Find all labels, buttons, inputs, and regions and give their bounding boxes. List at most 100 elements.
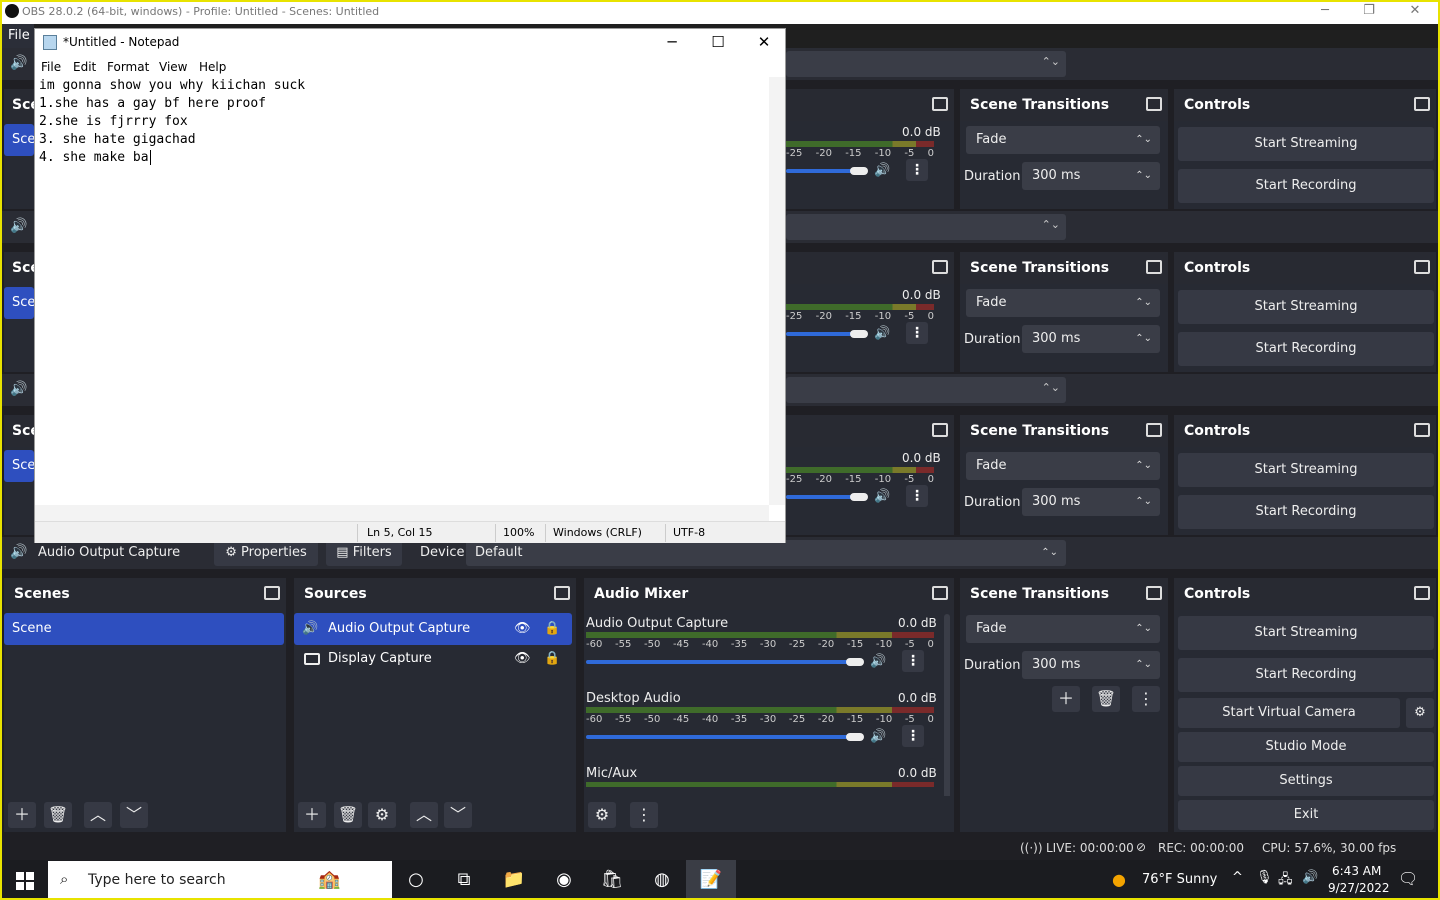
mute-speaker-icon[interactable]: 🔊 — [874, 163, 890, 178]
mute-speaker-icon[interactable]: 🔊 — [874, 326, 890, 341]
kebab-menu-icon[interactable]: ⋮ — [906, 159, 928, 181]
scene-item[interactable]: Sce — [4, 450, 35, 482]
task-view-icon[interactable]: ⧉ — [452, 868, 476, 892]
chrome-icon[interactable]: ◉ — [552, 868, 576, 892]
chevron-up-icon[interactable]: ︿ — [84, 802, 112, 828]
start-recording-button[interactable]: Start Recording — [1178, 332, 1434, 366]
duration-spinbox[interactable]: 300 ms ⌃⌄ — [1022, 162, 1160, 190]
lock-icon[interactable]: 🔒 — [544, 613, 560, 645]
start-streaming-button[interactable]: Start Streaming — [1178, 127, 1434, 161]
popout-icon[interactable] — [932, 97, 948, 111]
clock-time[interactable]: 6:43 AM — [1332, 864, 1381, 878]
network-icon[interactable]: 🖧 — [1278, 870, 1293, 892]
start-recording-button[interactable]: Start Recording — [1178, 658, 1434, 692]
volume-slider-handle[interactable] — [850, 493, 868, 501]
transition-select[interactable]: Fade ⌃⌄ — [966, 126, 1160, 154]
chevron-down-icon[interactable]: ﹀ — [444, 802, 472, 828]
popout-icon[interactable] — [1414, 586, 1430, 600]
trash-icon[interactable]: 🗑 — [1092, 686, 1120, 712]
popout-icon[interactable] — [264, 586, 280, 600]
volume-slider[interactable] — [586, 735, 862, 739]
chevron-up-icon[interactable]: ︿ — [410, 802, 438, 828]
start-streaming-button[interactable]: Start Streaming — [1178, 290, 1434, 324]
windows-start-icon[interactable] — [16, 872, 34, 890]
maximize-button[interactable]: ❐ — [1346, 0, 1392, 24]
popout-icon[interactable] — [1414, 423, 1430, 437]
file-explorer-icon[interactable]: 📁 — [502, 868, 526, 892]
vertical-scrollbar[interactable] — [769, 77, 785, 505]
popout-icon[interactable] — [1146, 423, 1162, 437]
notepad-minimize-button[interactable]: ─ — [649, 29, 695, 57]
popout-icon[interactable] — [1146, 97, 1162, 111]
microsoft-store-icon[interactable]: 🛍 — [600, 868, 624, 892]
trash-icon[interactable]: 🗑 — [44, 802, 72, 828]
popout-icon[interactable] — [1146, 260, 1162, 274]
duration-spinbox[interactable]: 300 ms ⌃⌄ — [1022, 488, 1160, 516]
transition-select[interactable]: Fade ⌃⌄ — [966, 615, 1160, 643]
trash-icon[interactable]: 🗑 — [334, 802, 362, 828]
obs-taskbar-icon[interactable]: ◍ — [650, 868, 674, 892]
studio-mode-button[interactable]: Studio Mode — [1178, 732, 1434, 762]
weather-text[interactable]: 76°F Sunny — [1142, 872, 1217, 887]
popout-icon[interactable] — [932, 260, 948, 274]
settings-button[interactable]: Settings — [1178, 766, 1434, 796]
minimize-button[interactable]: ─ — [1302, 0, 1348, 24]
source-item-audio-output[interactable]: 🔊 Audio Output Capture 👁 🔒 — [294, 613, 572, 645]
notepad-menu-edit[interactable]: Edit — [73, 60, 96, 74]
volume-slider-handle[interactable] — [846, 733, 864, 741]
device-select[interactable]: ⌃⌄ — [786, 214, 1066, 240]
volume-slider-handle[interactable] — [850, 330, 868, 338]
exit-button[interactable]: Exit — [1178, 800, 1434, 830]
add-icon[interactable]: ＋ — [298, 802, 326, 828]
volume-slider[interactable] — [586, 660, 862, 664]
scene-item[interactable]: Scene — [4, 613, 284, 645]
kebab-menu-icon[interactable]: ⋮ — [902, 650, 924, 672]
kebab-menu-icon[interactable]: ⋮ — [902, 725, 924, 747]
eye-icon[interactable]: 👁 — [514, 644, 531, 674]
lock-icon[interactable]: 🔒 — [544, 644, 560, 674]
horizontal-scrollbar[interactable] — [35, 505, 769, 521]
source-item-display-capture[interactable]: Display Capture 👁 🔒 — [294, 644, 572, 674]
popout-icon[interactable] — [932, 586, 948, 600]
filters-button[interactable]: ▤ Filters — [326, 540, 402, 566]
volume-slider-handle[interactable] — [846, 658, 864, 666]
popout-icon[interactable] — [554, 586, 570, 600]
device-select[interactable]: ⌃⌄ — [786, 51, 1066, 77]
notepad-maximize-button[interactable]: ☐ — [695, 29, 741, 57]
mute-speaker-icon[interactable]: 🔊 — [874, 489, 890, 504]
taskbar-search-box[interactable]: ⌕ Type here to search 🏫 — [48, 861, 392, 899]
notepad-close-button[interactable]: ✕ — [741, 29, 787, 57]
advanced-audio-gears-icon[interactable]: ⚙ — [588, 802, 616, 828]
notepad-menu-help[interactable]: Help — [199, 60, 226, 74]
microphone-icon[interactable]: 🎙 — [1256, 870, 1273, 885]
notepad-text-area[interactable]: im gonna show you why kiichan suck 1.she… — [37, 77, 769, 505]
start-streaming-button[interactable]: Start Streaming — [1178, 453, 1434, 487]
popout-icon[interactable] — [932, 423, 948, 437]
popout-icon[interactable] — [1414, 97, 1430, 111]
cortana-icon[interactable]: ○ — [404, 868, 428, 892]
start-recording-button[interactable]: Start Recording — [1178, 495, 1434, 529]
duration-spinbox[interactable]: 300 ms ⌃⌄ — [1022, 651, 1160, 679]
scene-item[interactable]: Sce — [4, 287, 35, 319]
kebab-menu-icon[interactable]: ⋮ — [630, 802, 658, 828]
start-recording-button[interactable]: Start Recording — [1178, 169, 1434, 203]
kebab-menu-icon[interactable]: ⋮ — [906, 322, 928, 344]
start-virtual-camera-button[interactable]: Start Virtual Camera — [1178, 698, 1400, 728]
volume-slider-handle[interactable] — [850, 167, 868, 175]
duration-spinbox[interactable]: 300 ms ⌃⌄ — [1022, 325, 1160, 353]
mute-speaker-icon[interactable]: 🔊 — [870, 654, 886, 669]
eye-icon[interactable]: 👁 — [514, 613, 531, 645]
scene-item[interactable]: Sce — [4, 124, 35, 156]
gear-icon[interactable]: ⚙ — [368, 802, 396, 828]
notifications-icon[interactable]: 🗨 — [1398, 869, 1418, 888]
popout-icon[interactable] — [1414, 260, 1430, 274]
transition-select[interactable]: Fade ⌃⌄ — [966, 452, 1160, 480]
start-streaming-button[interactable]: Start Streaming — [1178, 616, 1434, 650]
notepad-menu-view[interactable]: View — [159, 60, 187, 74]
menu-file[interactable]: File — [8, 28, 30, 43]
notepad-taskbar-icon[interactable]: 📝 — [686, 860, 736, 900]
properties-button[interactable]: ⚙ Properties — [214, 540, 318, 566]
chevron-up-icon[interactable]: ^ — [1232, 870, 1243, 885]
close-button[interactable]: ✕ — [1392, 0, 1438, 24]
mute-speaker-icon[interactable]: 🔊 — [870, 729, 886, 744]
